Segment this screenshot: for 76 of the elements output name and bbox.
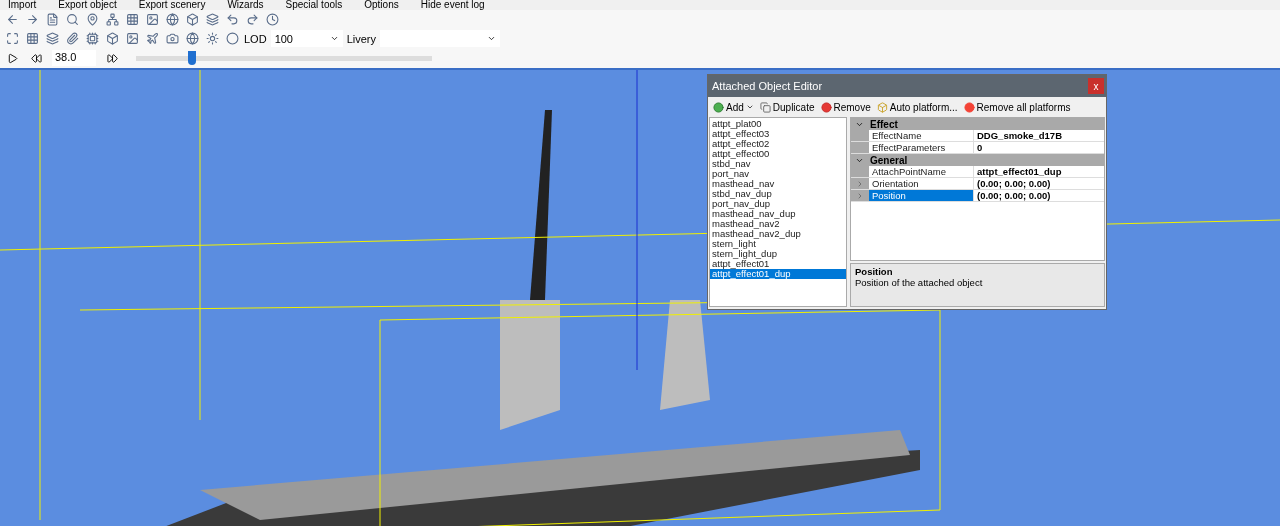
toolbar-button[interactable]: Remove all platforms (962, 101, 1072, 113)
menu-item[interactable]: Wizards (227, 0, 264, 10)
property-value[interactable]: (0.00; 0.00; 0.00) (974, 190, 1104, 201)
toolbar-icon[interactable] (4, 30, 20, 47)
property-value[interactable]: (0.00; 0.00; 0.00) (974, 178, 1104, 189)
property-name[interactable]: Orientation (869, 178, 974, 189)
lod-label: LOD (244, 32, 267, 45)
toolbar-icon[interactable] (64, 11, 80, 28)
description-title: Position (855, 266, 894, 277)
list-item[interactable]: port_nav (710, 169, 846, 179)
list-item[interactable]: attpt_plat00 (710, 119, 846, 129)
toolbar-button[interactable]: Auto platform... (875, 101, 959, 113)
box-icon (876, 101, 888, 113)
list-item[interactable]: masthead_nav (710, 179, 846, 189)
toolbar-icon[interactable] (124, 30, 140, 47)
toolbar-icon[interactable] (204, 30, 220, 47)
toolbar-icon[interactable] (84, 30, 100, 47)
toolbar-icon[interactable] (124, 11, 140, 28)
list-item[interactable]: attpt_effect00 (710, 149, 846, 159)
list-item[interactable]: masthead_nav_dup (710, 209, 846, 219)
toolbar-icon[interactable] (104, 11, 120, 28)
window-title: Attached Object Editor (712, 80, 823, 92)
minus-circle-icon (820, 101, 832, 113)
toolbar-icon[interactable] (144, 30, 160, 47)
toolbar-icon[interactable] (104, 30, 120, 47)
menu-item[interactable]: Special tools (285, 0, 343, 10)
plus-circle-icon (713, 101, 724, 113)
menu-item[interactable]: Export object (58, 0, 117, 10)
menu-item[interactable]: Export scenery (138, 0, 206, 10)
close-button[interactable]: x (1088, 78, 1104, 94)
list-item[interactable]: stbd_nav_dup (710, 189, 846, 199)
property-value[interactable]: attpt_effect01_dup (974, 166, 1104, 177)
list-item[interactable]: stern_light_dup (710, 249, 846, 259)
menu-item[interactable]: Import (8, 0, 37, 10)
list-item[interactable]: attpt_effect02 (710, 139, 846, 149)
toolbar-icon[interactable] (24, 30, 40, 47)
property-value[interactable]: DDG_smoke_d17B (974, 130, 1104, 141)
toolbar-button[interactable]: Add (712, 101, 755, 113)
property-category[interactable]: Effect (851, 118, 1104, 130)
timeline-thumb[interactable] (188, 50, 197, 65)
toolbar-icon[interactable] (64, 30, 80, 47)
dot-icon (963, 101, 975, 113)
list-item[interactable]: attpt_effect03 (710, 129, 846, 139)
property-name[interactable]: EffectParameters (869, 142, 974, 153)
copy-icon (759, 101, 771, 113)
livery-label: Livery (346, 32, 376, 45)
property-name[interactable]: Position (869, 190, 974, 201)
lod-dropdown[interactable]: 100 (270, 30, 343, 47)
property-name[interactable]: EffectName (869, 130, 974, 141)
description-text: Position of the attached object (855, 277, 984, 288)
toolbar-icon[interactable] (204, 11, 220, 28)
property-name[interactable]: AttachPointName (869, 166, 974, 177)
menu-item[interactable]: Hide event log (420, 0, 485, 10)
list-item[interactable]: attpt_effect01_dup (710, 269, 846, 279)
list-item[interactable]: port_nav_dup (710, 199, 846, 209)
list-item[interactable]: attpt_effect01 (710, 259, 846, 269)
toolbar-button[interactable]: Duplicate (758, 101, 816, 113)
list-item[interactable]: masthead_nav2_dup (710, 229, 846, 239)
toolbar-icon[interactable] (184, 30, 200, 47)
caret-icon (329, 34, 339, 43)
toolbar-icon[interactable] (264, 11, 280, 28)
toolbar-button[interactable]: Remove (819, 101, 872, 113)
toolbar-icon[interactable] (184, 11, 200, 28)
list-item[interactable]: stern_light (710, 239, 846, 249)
caret-icon (745, 103, 754, 111)
toolbar-icon[interactable] (164, 11, 180, 28)
time-field[interactable]: 38.0 (52, 50, 96, 66)
menu-item[interactable]: Options (364, 0, 399, 10)
property-category[interactable]: General (851, 154, 1104, 166)
list-item[interactable]: stbd_nav (710, 159, 846, 169)
property-value[interactable]: 0 (974, 142, 1104, 153)
toolbar-icon[interactable] (144, 11, 160, 28)
caret-icon (486, 34, 496, 43)
toolbar-icon[interactable] (44, 30, 60, 47)
list-item[interactable]: masthead_nav2 (710, 219, 846, 229)
toolbar-icon[interactable] (224, 30, 240, 47)
